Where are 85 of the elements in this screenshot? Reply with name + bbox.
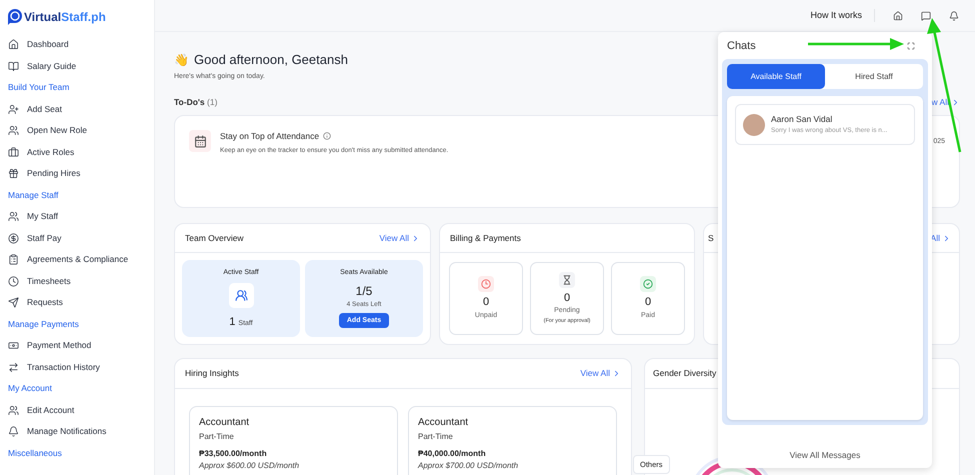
avatar	[743, 114, 765, 136]
chevron-right-icon	[951, 98, 960, 106]
dollar-icon	[8, 232, 19, 244]
job-salary-usd: Approx $600.00 USD/month	[199, 460, 300, 472]
clipboard-icon	[8, 254, 19, 266]
job-salary: ₱40,000.00/month	[418, 448, 487, 460]
view-all-link[interactable]: View All	[580, 367, 621, 380]
billing-count: 0	[564, 290, 570, 306]
sidebar-item[interactable]: Add Seat	[8, 98, 154, 120]
chevron-right-icon	[612, 369, 621, 378]
sidebar-item[interactable]: Requests	[8, 292, 154, 314]
card-title: S	[708, 232, 714, 244]
sidebar-item[interactable]: Timesheets	[8, 270, 154, 292]
home-icon[interactable]	[893, 10, 903, 20]
card-title: Gender Diversity	[653, 367, 716, 380]
how-it-works-link[interactable]: How It works	[810, 8, 875, 22]
calendar-icon	[189, 130, 211, 152]
expand-icon[interactable]	[907, 42, 915, 50]
view-all-messages-link[interactable]: View All Messages	[790, 449, 860, 462]
chats-title: Chats	[727, 38, 756, 54]
sidebar-item[interactable]: My Staff	[8, 206, 154, 228]
job-card[interactable]: Accountant Part-Time ₱40,000.00/month Approx $700.00 USD/month	[408, 406, 617, 475]
people-icon	[8, 211, 19, 222]
card-title: Hiring Insights	[185, 367, 239, 380]
sidebar-item[interactable]: Pending Hires	[8, 163, 154, 184]
gift-icon	[8, 168, 19, 180]
todo-title: Stay on Top of Attendance	[220, 130, 320, 143]
chat-tab[interactable]: Available Staff	[727, 64, 825, 89]
contact-name: Aaron San Vidal	[771, 113, 834, 126]
briefcase-icon	[8, 146, 19, 158]
hourglass-icon	[559, 272, 575, 288]
send-icon	[8, 297, 19, 308]
sidebar-item[interactable]: Dashboard	[8, 34, 154, 56]
billing-count: 0	[482, 295, 490, 310]
check-circle-icon	[640, 276, 656, 292]
sidebar-section-heading: Manage Payments	[8, 318, 79, 331]
team-icon	[228, 282, 254, 308]
sidebar-item[interactable]: Manage Notifications	[8, 421, 154, 442]
sidebar-item[interactable]: Salary Guide	[8, 56, 154, 77]
people-icon	[8, 125, 19, 136]
sidebar-item[interactable]: Active Roles	[8, 142, 154, 163]
user-plus-icon	[8, 104, 19, 115]
seats-value: 1/5	[356, 282, 372, 300]
logo-icon	[8, 9, 22, 25]
banknote-icon	[8, 340, 19, 352]
clock-icon	[478, 276, 494, 292]
sidebar-item[interactable]: Agreements & Compliance	[8, 249, 154, 270]
logo[interactable]: VirtualStaff.ph	[8, 8, 154, 26]
logo-text: VirtualStaff.ph	[24, 9, 106, 26]
notification-bell-icon[interactable]	[949, 10, 959, 20]
view-all-link[interactable]: View All	[379, 232, 420, 244]
job-type: Part-Time	[199, 431, 235, 443]
job-salary-usd: Approx $700.00 USD/month	[418, 460, 520, 472]
info-icon[interactable]	[323, 132, 332, 140]
sidebar-item[interactable]: Payment Method	[8, 335, 154, 356]
sidebar-section-heading: Build Your Team	[8, 81, 70, 94]
job-card[interactable]: Accountant Part-Time ₱33,500.00/month Approx $600.00 USD/month	[189, 406, 398, 475]
sidebar-item[interactable]: Edit Account	[8, 400, 154, 421]
staff-count: 1	[229, 314, 236, 330]
card-title: Team Overview	[185, 232, 244, 244]
todos-heading: To-Do's (1)	[174, 96, 218, 108]
billing-count: 0	[644, 295, 652, 310]
job-salary: ₱33,500.00/month	[199, 448, 268, 460]
sidebar-item[interactable]: Transaction History	[8, 356, 154, 378]
sidebar-item[interactable]: Open New Role	[8, 120, 154, 142]
chevron-right-icon	[411, 234, 420, 242]
job-title: Accountant	[199, 416, 250, 430]
waving-hand-emoji: 👋	[174, 52, 189, 69]
swap-arrows-icon	[8, 362, 19, 373]
book-icon	[8, 60, 19, 72]
job-title: Accountant	[418, 416, 470, 430]
house-icon	[8, 39, 19, 50]
clock-icon	[8, 276, 19, 287]
card-title: Billing & Payments	[450, 232, 521, 244]
sidebar-section-heading: Miscellaneous	[8, 446, 62, 460]
sidebar-item[interactable]: Staff Pay	[8, 228, 154, 249]
greeting-title: Good afternoon, Geetansh	[194, 51, 348, 69]
chat-tab[interactable]: Hired Staff	[825, 64, 923, 89]
people-icon	[8, 404, 19, 416]
job-type: Part-Time	[418, 431, 454, 443]
chat-icon[interactable]	[921, 10, 931, 20]
chevron-right-icon	[942, 234, 951, 242]
sidebar-section-heading: Manage Staff	[8, 188, 58, 202]
bell-icon	[8, 426, 19, 438]
sidebar-section-heading: My Account	[8, 382, 52, 396]
